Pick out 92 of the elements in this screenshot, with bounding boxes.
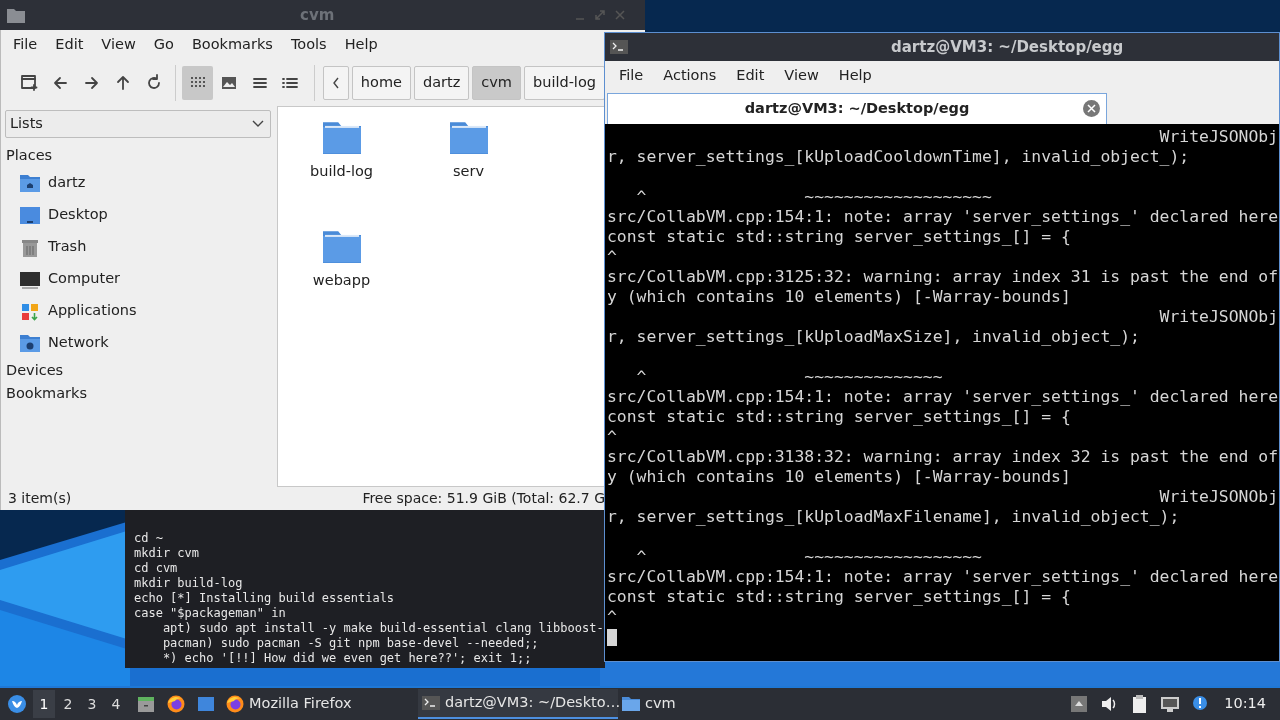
- file-name[interactable]: webapp: [312, 270, 371, 292]
- home-icon: [19, 172, 41, 194]
- path-button[interactable]: cvm: [472, 66, 521, 100]
- menu-item[interactable]: Go: [144, 34, 183, 56]
- terminal-line: r, server_settings_[kUploadMaxSize], invalid_object_);: [607, 327, 1141, 347]
- text-cursor: [607, 629, 617, 646]
- terminal-line: src/CollabVM.cpp:154:1: note: array 'server_settings_' declared here: [607, 387, 1279, 407]
- chevron-down-icon: [252, 120, 264, 128]
- terminal-line: const static std::string server_settings_[] = {: [607, 407, 1072, 427]
- terminal-line: r, server_settings_[kUploadCooldownTime], invalid_object_);: [607, 147, 1191, 167]
- terminal-line: src/CollabVM.cpp:154:1: note: array 'server_settings_' declared here: [607, 567, 1279, 587]
- terminal-line: mkdir build-log: [134, 576, 244, 591]
- terminal-line: ^: [607, 607, 618, 627]
- file-name[interactable]: build-log: [310, 161, 373, 183]
- workspace-button[interactable]: 4: [105, 690, 127, 718]
- terminal-line: const static std::string server_settings_[] = {: [607, 587, 1072, 607]
- maximize-icon: [595, 10, 605, 20]
- window-icon: [196, 694, 216, 714]
- menu-item[interactable]: Help: [335, 34, 387, 56]
- menu-item[interactable]: File: [4, 34, 47, 56]
- status-text: 3 item(s): [8, 489, 72, 508]
- workspace-button[interactable]: 1: [33, 690, 55, 718]
- close-tab-button[interactable]: [1083, 100, 1100, 117]
- terminal-line: apt) sudo apt install -y make build-essential clang libboost-: [161, 621, 605, 636]
- menu-item[interactable]: Actions: [653, 65, 727, 87]
- terminal-line: mkdir cvm: [134, 546, 201, 561]
- section-heading: Bookmarks: [5, 383, 88, 403]
- sidebar-item[interactable]: Desktop: [5, 199, 277, 231]
- terminal-line: src/CollabVM.cpp:3125:32: warning: array index 31 is past the end of: [607, 267, 1279, 287]
- side-pane-dropdown[interactable]: Lists: [5, 110, 271, 138]
- menu-item[interactable]: Edit: [726, 65, 775, 87]
- terminal-line: const static std::string server_settings_[] = {: [607, 227, 1072, 247]
- path-button[interactable]: home: [351, 66, 411, 100]
- folder-icon: [6, 6, 26, 24]
- terminal-line: src/CollabVM.cpp:154:1: note: array 'server_settings_' declared here: [607, 207, 1279, 227]
- folder-icon: [621, 694, 641, 714]
- terminal-line: ^: [607, 427, 618, 447]
- terminal-icon: [610, 40, 628, 54]
- section-heading: Places: [5, 146, 54, 165]
- sidebar-item[interactable]: Computer: [5, 263, 277, 295]
- clock: 10:14: [1224, 694, 1266, 714]
- view-mode-button[interactable]: [182, 66, 214, 100]
- sidebar-item[interactable]: Applications: [5, 295, 277, 327]
- close-icon: [1087, 104, 1096, 113]
- menu-item[interactable]: Bookmarks: [182, 34, 282, 56]
- sidebar-item[interactable]: dartz: [5, 167, 277, 199]
- terminal-line: cd cvm: [134, 561, 179, 576]
- menu-item[interactable]: File: [609, 65, 654, 87]
- terminal-line: ^ ~~~~~~~~~~~~~~~~~~~: [635, 186, 993, 207]
- window-title: dartz@VM3: ~/Desktop/egg: [891, 36, 1124, 58]
- terminal-line: src/CollabVM.cpp:3138:32: warning: array index 32 is past the end of: [607, 447, 1279, 467]
- menu-item[interactable]: Tools: [281, 34, 336, 56]
- menu-item[interactable]: Help: [828, 65, 882, 87]
- taskbar-button[interactable]: Mozilla Firefox: [222, 689, 418, 719]
- sidebar-item[interactable]: Trash: [5, 231, 277, 263]
- file-cabinet-icon: [136, 694, 156, 714]
- section-heading: Devices: [5, 360, 65, 380]
- terminal-icon: [421, 693, 441, 713]
- dropdown-value: Lists: [10, 114, 43, 134]
- desktop-icon: [19, 204, 41, 226]
- terminal-line: pacman) sudo pacman -S git npm base-devel --needed;;: [161, 636, 540, 651]
- status-text: Free space: 51.9 GiB (Total: 62.7 G: [362, 489, 605, 508]
- sidebar-item[interactable]: Network: [5, 327, 277, 359]
- terminal-line: WriteJSONObj: [1158, 487, 1279, 507]
- terminal-line: ^ ~~~~~~~~~~~~~~~~~~: [635, 546, 983, 567]
- close-icon: [615, 10, 625, 20]
- terminal-line: WriteJSONObj: [1158, 127, 1279, 147]
- terminal-line: r, server_settings_[kUploadMaxFilename], invalid_object_);: [607, 507, 1181, 527]
- terminal-line: WriteJSONObj: [1158, 307, 1279, 327]
- terminal-line: cd ~: [134, 531, 164, 546]
- workspace-button[interactable]: 2: [57, 690, 79, 718]
- workspace-button[interactable]: 3: [81, 690, 103, 718]
- terminal-line: *) echo '[!!] How did we even get here??'; exit 1;;: [161, 651, 533, 666]
- taskbar-button[interactable]: cvm: [618, 689, 708, 719]
- chevron-left-icon: [330, 76, 341, 90]
- taskbar-button[interactable]: dartz@VM3: ~/Deskto…: [418, 689, 618, 719]
- firefox-icon: [166, 694, 186, 714]
- path-button[interactable]: build-log: [524, 66, 605, 100]
- window-title: cvm: [300, 4, 335, 26]
- terminal-tab[interactable]: dartz@VM3: ~/Desktop/egg: [607, 93, 1107, 124]
- terminal-line: y (which contains 10 elements) [-Warray-bounds]: [607, 287, 1072, 307]
- file-name[interactable]: serv: [453, 161, 484, 183]
- menu-item[interactable]: View: [92, 34, 145, 56]
- path-button[interactable]: dartz: [413, 66, 470, 100]
- terminal-line: echo [*] Installing build essentials: [134, 591, 396, 606]
- terminal-line: y (which contains 10 elements) [-Warray-bounds]: [607, 467, 1072, 487]
- terminal-line: ^: [607, 247, 618, 267]
- terminal-line: ^ ~~~~~~~~~~~~~~: [635, 366, 944, 387]
- terminal-line: case "$packageman" in: [134, 606, 287, 621]
- menu-item[interactable]: Edit: [46, 34, 93, 56]
- menu-item[interactable]: View: [774, 65, 829, 87]
- firefox-icon: [225, 694, 245, 714]
